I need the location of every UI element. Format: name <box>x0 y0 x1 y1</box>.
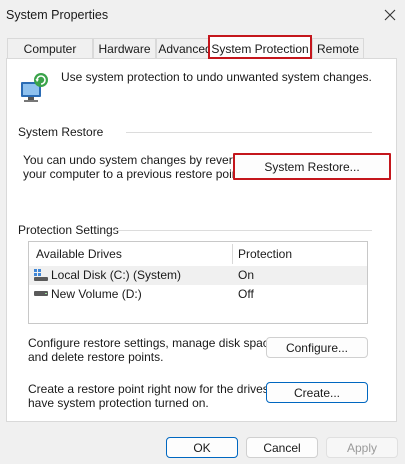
tab-panel <box>6 58 397 422</box>
create-description-line1: Create a restore point right now for the… <box>28 382 293 396</box>
system-restore-description-line1: You can undo system changes by reverting <box>23 153 253 167</box>
configure-description-line1: Configure restore settings, manage disk … <box>28 336 279 350</box>
create-description-line2: have system protection turned on. <box>28 396 209 410</box>
system-protection-icon <box>21 73 48 102</box>
drive-icon <box>34 291 48 296</box>
create-button[interactable]: Create... <box>266 382 368 403</box>
drives-list: Available Drives Protection Local Disk (… <box>28 241 368 324</box>
group-divider <box>113 230 372 231</box>
system-restore-heading: System Restore <box>18 125 104 139</box>
tab-remote[interactable]: Remote <box>312 38 364 58</box>
group-divider <box>126 132 372 133</box>
apply-button[interactable]: Apply <box>326 437 398 458</box>
close-button[interactable] <box>376 2 404 28</box>
system-restore-button[interactable]: System Restore... <box>233 153 391 180</box>
tab-advanced[interactable]: Advanced <box>156 38 214 58</box>
tab-strip: Computer Name Hardware Advanced System P… <box>7 35 399 76</box>
tab-system-protection[interactable]: System Protection <box>208 35 312 59</box>
drive-protection-status: On <box>238 268 255 282</box>
drive-name: New Volume (D:) <box>51 287 142 301</box>
window-title: System Properties <box>6 8 109 22</box>
drive-name: Local Disk (C:) (System) <box>51 268 182 282</box>
drive-row[interactable]: Local Disk (C:) (System) On <box>29 266 367 285</box>
column-header-available-drives[interactable]: Available Drives <box>36 245 122 264</box>
configure-description-line2: and delete restore points. <box>28 350 164 364</box>
close-icon <box>384 9 396 21</box>
ok-button[interactable]: OK <box>166 437 238 458</box>
tab-computer-name[interactable]: Computer Name <box>7 38 93 76</box>
drives-list-header: Available Drives Protection <box>29 242 367 266</box>
drive-row[interactable]: New Volume (D:) Off <box>29 285 367 304</box>
system-restore-description-line2: your computer to a previous restore poin… <box>23 167 246 181</box>
tab-hardware[interactable]: Hardware <box>93 38 156 58</box>
protection-settings-heading: Protection Settings <box>18 223 119 237</box>
cancel-button[interactable]: Cancel <box>246 437 318 458</box>
column-divider <box>232 244 233 264</box>
column-header-protection[interactable]: Protection <box>238 245 292 264</box>
configure-button[interactable]: Configure... <box>266 337 368 358</box>
intro-text: Use system protection to undo unwanted s… <box>61 70 372 84</box>
system-drive-icon <box>34 269 48 281</box>
drive-protection-status: Off <box>238 287 254 301</box>
title-bar: System Properties <box>0 0 405 32</box>
